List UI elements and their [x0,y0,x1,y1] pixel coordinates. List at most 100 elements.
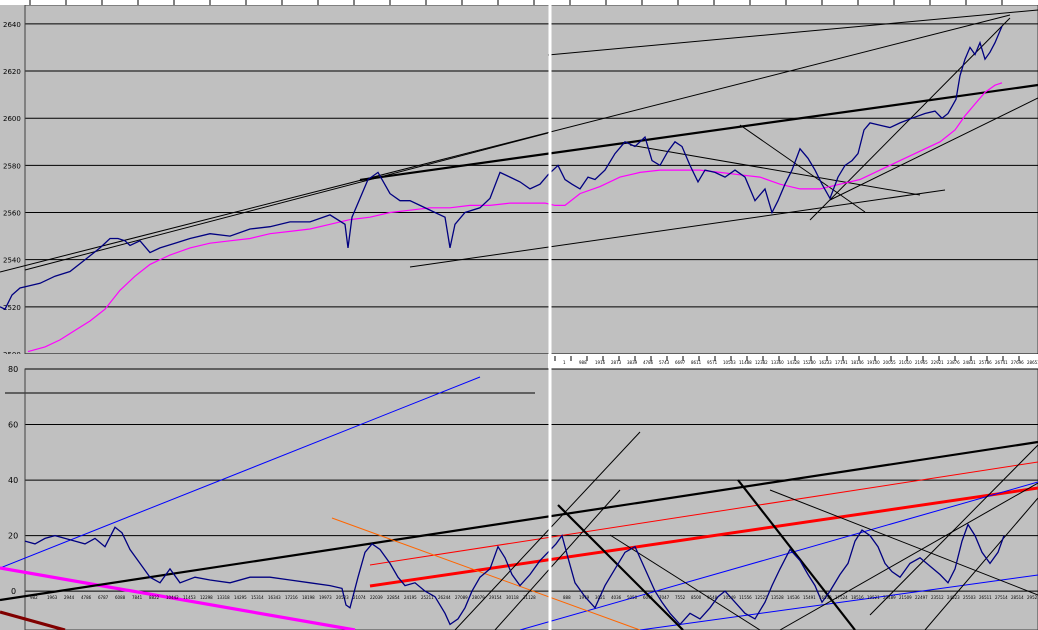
bottom-x-tick-label: 14536 [787,595,800,600]
bottom-x-tick-label: 27089 [455,595,468,600]
bottom-x-tick-label: 2944 [64,595,75,600]
mid-x-tick-label: 21965 [915,360,928,365]
bottom-x-tick-label: 22497 [915,595,928,600]
bottom-x-tick-label: 25211 [421,595,434,600]
bottom-x-tick-label: 21509 [899,595,912,600]
bottom-x-tick-label: 17216 [285,595,298,600]
top-y-tick-label: 2560 [3,210,21,218]
mid-x-tick-label: 12382 [755,360,768,365]
bottom-x-tick-label: 22039 [370,595,383,600]
mid-x-tick-label: 17191 [835,360,848,365]
bottom-x-tick-label: 26244 [438,595,451,600]
mid-x-tick-label: 26741 [995,360,1008,365]
top-plot-area [24,4,1038,355]
mid-x-tick-label: 28651 [1027,360,1038,365]
mid-x-tick-label: 4786 [643,360,654,365]
bottom-x-tick-label: 12525 [755,595,768,600]
mid-x-tick-label: 25786 [979,360,992,365]
bottom-x-tick-label: 7047 [659,595,670,600]
mid-x-tick-label: 8611 [691,360,702,365]
mid-x-tick-label: 20055 [883,360,896,365]
bottom-x-tick-label: 7841 [132,595,143,600]
chart-canvas: 25002520254025602580260026202640 0204060… [0,0,1038,630]
mid-x-tick-label: 27696 [1011,360,1024,365]
bottom-x-tick-label: 13528 [771,595,784,600]
bottom-x-tick-label: 29154 [489,595,502,600]
bottom-x-tick-label: 30118 [506,595,519,600]
mid-x-tick-label: 16233 [819,360,832,365]
top-y-tick-label: 2580 [3,162,21,170]
bottom-x-tick-label: 28079 [472,595,485,600]
bottom-x-tick-label: 4036 [611,595,622,600]
bottom-x-tick-label: 23512 [931,595,944,600]
bottom-x-tick-label: 24523 [947,595,960,600]
bottom-x-tick-label: 8500 [691,595,702,600]
mid-x-tick-label: 10503 [723,360,736,365]
mid-x-tick-label: 5743 [659,360,670,365]
bottom-x-tick-label: 13318 [217,595,230,600]
bottom-x-tick-label: 11556 [739,595,752,600]
mid-x-tick-label: 2873 [611,360,622,365]
mid-x-tick-label: 18146 [851,360,864,365]
bottom-x-tick-label: 7552 [675,595,686,600]
mid-x-tick-label: 15280 [803,360,816,365]
bottom-x-tick-label: 21074 [353,595,366,600]
bottom-x-tick-label: 17524 [835,595,848,600]
bottom-x-tick-label: 16513 [819,595,832,600]
bottom-x-tick-label: 9548 [707,595,718,600]
bottom-x-tick-label: 6091 [643,595,654,600]
bottom-x-tick-label: 31128 [523,595,536,600]
bottom-y-tick-label: 40 [8,476,18,485]
bottom-x-tick-label: 15314 [251,595,264,600]
top-y-tick-label: 2640 [3,21,21,29]
bottom-x-tick-label: 11453 [183,595,196,600]
bottom-x-tick-label: 10549 [723,595,736,600]
bottom-x-tick-label: 982 [30,595,38,600]
bottom-x-tick-label: 14295 [234,595,247,600]
bottom-x-tick-label: 19973 [319,595,332,600]
top-chart-panel: 25002520254025602580260026202640 [0,0,1038,359]
bottom-x-tick-label: 28514 [1011,595,1024,600]
bottom-x-tick-label: 888 [563,595,571,600]
mid-x-tick-label: 988 [579,360,587,365]
bottom-x-tick-label: 1963 [47,595,58,600]
mid-x-tick-label: 13360 [771,360,784,365]
top-axis-strip [0,0,1038,5]
mid-x-tick-label: 23876 [947,360,960,365]
bottom-x-tick-label: 16343 [268,595,281,600]
bottom-x-tick-label: 15491 [803,595,816,600]
chart-window: 25002520254025602580260026202640 0204060… [0,0,1038,630]
bottom-x-tick-label: 29521 [1027,595,1038,600]
bottom-x-tick-label: 26511 [979,595,992,600]
bottom-x-tick-label: 3021 [595,595,606,600]
mid-x-tick-label: 11488 [739,360,752,365]
bottom-y-tick-label: 80 [8,365,18,374]
bottom-x-tick-label: 1979 [579,595,590,600]
mid-x-tick-label: 21010 [899,360,912,365]
bottom-x-tick-label: 6787 [98,595,109,600]
bottom-axis-strip-left [0,354,548,369]
bottom-x-tick-label: 8822 [149,595,160,600]
bottom-x-tick-label: 18516 [851,595,864,600]
mid-x-tick-label: 22921 [931,360,944,365]
bottom-y-tick-label: 20 [8,532,18,541]
mid-x-tick-label: 1916 [595,360,606,365]
bottom-x-tick-label: 10442 [166,595,179,600]
mid-x-tick-label: 19100 [867,360,880,365]
bottom-x-tick-label: 25503 [963,595,976,600]
bottom-x-tick-label: 24195 [404,595,417,600]
bottom-x-tick-label: 18198 [302,595,315,600]
bottom-x-tick-label: 27514 [995,595,1008,600]
mid-x-tick-label: 14328 [787,360,800,365]
mid-x-tick-label: 24831 [963,360,976,365]
bottom-x-tick-label: 5050 [627,595,638,600]
bottom-x-tick-label: 20489 [883,595,896,600]
bottom-x-tick-label: 20523 [336,595,349,600]
bottom-x-tick-label: 19521 [867,595,880,600]
mid-x-tick-label: 6697 [675,360,686,365]
bottom-y-tick-label: 60 [8,421,18,430]
mid-x-tick-label: 3839 [627,360,638,365]
bottom-x-tick-label: 4786 [81,595,92,600]
bottom-x-tick-label: 6088 [115,595,126,600]
top-y-tick-label: 2540 [3,257,21,265]
